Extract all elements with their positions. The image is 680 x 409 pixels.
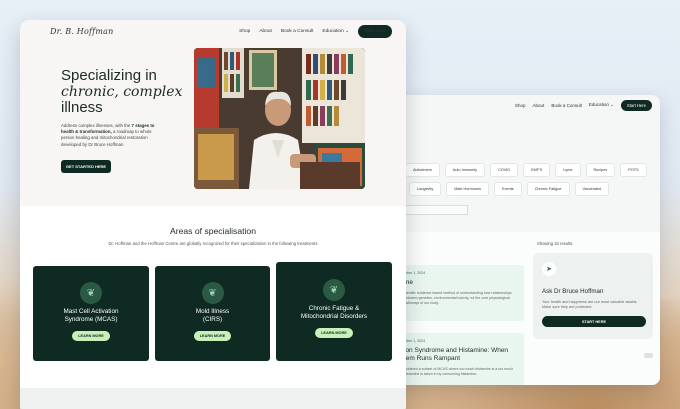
post-excerpt: nsidered a subset of MCAS where too much…	[404, 367, 514, 376]
doctor-photo	[194, 48, 365, 189]
topic-chip[interactable]: Lyme	[555, 163, 581, 177]
start-here-button[interactable]: Start Here	[358, 24, 392, 38]
post-date: mber 1, 2024	[404, 339, 426, 343]
ask-doctor-card: ➤ Ask Dr Bruce Hoffman Your health and h…	[533, 253, 653, 339]
specialty-card-chronic-fatigue[interactable]: ❦ Chronic Fatigue & Mitochondrial Disord…	[276, 262, 392, 361]
learn-more-button[interactable]: LEARN MORE	[193, 331, 232, 341]
topic-chip[interactable]: Male Hormones	[446, 182, 490, 196]
get-started-button[interactable]: GET STARTED HERE	[61, 160, 111, 173]
footer-band	[20, 388, 406, 409]
ask-text: Your health and happiness are our most v…	[542, 300, 638, 309]
post-title[interactable]: ion Syndrome and Histamine: When tem Run…	[404, 347, 518, 363]
topic-chip[interactable]: EMF'S	[523, 163, 551, 177]
hero-description: Address complex illnesses, with the 7 st…	[61, 123, 155, 147]
section-subtitle: Dr. Hoffman and the Hoffman Centre are g…	[108, 241, 318, 246]
nav-about[interactable]: About	[533, 103, 545, 108]
learn-more-button[interactable]: LEARN MORE	[72, 331, 110, 341]
specialty-card-mold[interactable]: ❦ Mold Illness (CIRS) LEARN MORE	[155, 266, 270, 361]
search-input[interactable]	[400, 205, 468, 215]
leaf-icon: ❦	[201, 282, 224, 304]
leaf-icon: ❦	[80, 282, 102, 304]
topic-chip[interactable]: Chronic Fatigue	[526, 182, 570, 196]
scroll-up-button[interactable]	[644, 353, 653, 358]
blog-window: Shop About Book a Consult Education ⌄ St…	[392, 95, 660, 385]
nav-book-consult[interactable]: Book a Consult	[551, 103, 582, 108]
nav-shop[interactable]: Shop	[515, 103, 526, 108]
topic-chip[interactable]: Auto Immunity	[444, 163, 486, 177]
topic-chip[interactable]: Recipes	[585, 163, 616, 177]
blog-post-card[interactable]: mber 1, 2024 me cientific evidence based…	[392, 265, 524, 321]
post-date: mber 1, 2024	[404, 271, 426, 275]
site-logo[interactable]: Dr. B. Hoffman	[50, 27, 113, 36]
blog-navbar: Shop About Book a Consult Education ⌄ St…	[392, 95, 660, 115]
nav-shop[interactable]: Shop	[239, 29, 250, 34]
post-title[interactable]: me	[404, 279, 518, 287]
results-count: Showing 34 results	[537, 241, 573, 246]
ask-start-button[interactable]: START HERE	[542, 316, 646, 327]
card-title: Chronic Fatigue & Mitochondrial Disorder…	[300, 305, 368, 320]
topic-chip[interactable]: Vaccinated	[574, 182, 610, 196]
send-icon: ➤	[542, 262, 556, 276]
start-here-button[interactable]: Start Here	[620, 99, 652, 111]
ask-title: Ask Dr Bruce Hoffman	[542, 288, 604, 295]
topic-chip[interactable]: Alzheimers	[405, 163, 440, 177]
nav-education[interactable]: Education ⌄	[322, 29, 349, 34]
hero-title: Specializing in chronic, complex illness	[61, 67, 183, 116]
homepage-window: Dr. B. Hoffman Shop About Book a Consult…	[20, 20, 406, 409]
blog-post-card[interactable]: mber 1, 2024 ion Syndrome and Histamine:…	[392, 333, 524, 385]
card-title: Mold Illness (CIRS)	[195, 308, 230, 323]
post-excerpt: cientific evidence based method of under…	[404, 291, 512, 305]
topic-chip[interactable]: Longevity	[409, 182, 442, 196]
main-navbar: Dr. B. Hoffman Shop About Book a Consult…	[20, 20, 406, 42]
leaf-icon: ❦	[323, 279, 345, 301]
topic-chip[interactable]: POTS	[620, 163, 647, 177]
nav-book-consult[interactable]: Book a Consult	[281, 29, 314, 34]
topic-chip[interactable]: Events	[494, 182, 522, 196]
specialty-card-mcas[interactable]: ❦ Mast Cell Activation Syndrome (MCAS) L…	[33, 266, 149, 361]
chevron-down-icon: ⌄	[610, 102, 614, 107]
learn-more-button[interactable]: LEARN MORE	[315, 328, 353, 338]
section-title: Areas of specialisation	[170, 226, 256, 236]
chevron-down-icon: ⌄	[345, 28, 350, 34]
nav-about[interactable]: About	[259, 29, 272, 34]
card-title: Mast Cell Activation Syndrome (MCAS)	[63, 308, 119, 323]
nav-education[interactable]: Education ⌄	[589, 102, 614, 108]
topic-filter-chips: ease Alzheimers Auto Immunity COVID EMF'…	[392, 163, 660, 201]
topic-chip[interactable]: COVID	[490, 163, 519, 177]
